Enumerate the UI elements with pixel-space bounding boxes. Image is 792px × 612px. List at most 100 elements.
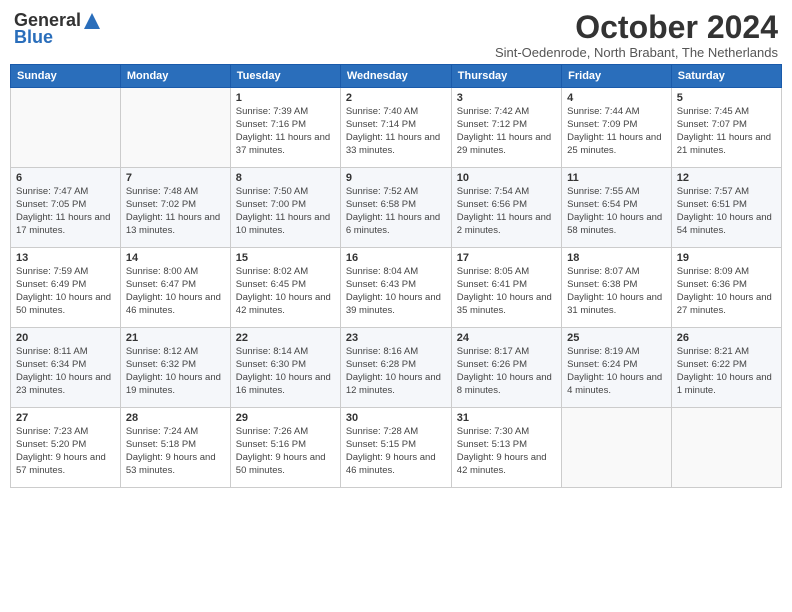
day-info: Sunrise: 7:55 AM Sunset: 6:54 PM Dayligh… xyxy=(567,186,666,237)
day-info: Sunrise: 8:19 AM Sunset: 6:24 PM Dayligh… xyxy=(567,346,666,397)
weekday-header-tuesday: Tuesday xyxy=(230,65,340,88)
day-info: Sunrise: 7:57 AM Sunset: 6:51 PM Dayligh… xyxy=(677,186,776,237)
day-number: 24 xyxy=(457,332,556,344)
calendar-cell: 7Sunrise: 7:48 AM Sunset: 7:02 PM Daylig… xyxy=(120,168,230,248)
page-header: General Blue October 2024 Sint-Oedenrode… xyxy=(10,10,782,60)
calendar-cell: 4Sunrise: 7:44 AM Sunset: 7:09 PM Daylig… xyxy=(562,88,672,168)
day-info: Sunrise: 7:42 AM Sunset: 7:12 PM Dayligh… xyxy=(457,106,556,157)
calendar-cell: 19 Sunrise: 8:09 AM Sunset: 6:36 PM Dayli… xyxy=(671,248,781,328)
day-number: 11 xyxy=(567,172,666,184)
day-info: Sunrise: 7:45 AM Sunset: 7:07 PM Dayligh… xyxy=(677,106,776,157)
calendar-cell: 24Sunrise: 8:17 AM Sunset: 6:26 PM Dayli… xyxy=(451,328,561,408)
day-number: 25 xyxy=(567,332,666,344)
day-info: Sunrise: 7:47 AM Sunset: 7:05 PM Dayligh… xyxy=(16,186,115,237)
day-number: 30 xyxy=(346,412,446,424)
weekday-header-friday: Friday xyxy=(562,65,672,88)
calendar-cell: 22Sunrise: 8:14 AM Sunset: 6:30 PM Dayli… xyxy=(230,328,340,408)
day-info: Sunrise: 7:50 AM Sunset: 7:00 PM Dayligh… xyxy=(236,186,335,237)
calendar-cell: 2Sunrise: 7:40 AM Sunset: 7:14 PM Daylig… xyxy=(340,88,451,168)
day-info: Sunrise: 8:04 AM Sunset: 6:43 PM Dayligh… xyxy=(346,266,446,317)
calendar-cell: 30 Sunrise: 7:28 AM Sunset: 5:15 PM Dayli… xyxy=(340,408,451,488)
day-info: Sunrise: 7:44 AM Sunset: 7:09 PM Dayligh… xyxy=(567,106,666,157)
title-area: October 2024 Sint-Oedenrode, North Braba… xyxy=(495,10,778,60)
calendar-week-4: 20 Sunrise: 8:11 AM Sunset: 6:34 PM Dayli… xyxy=(11,328,782,408)
calendar-cell: 26 Sunrise: 8:21 AM Sunset: 6:22 PM Dayli… xyxy=(671,328,781,408)
weekday-header-thursday: Thursday xyxy=(451,65,561,88)
day-info: Sunrise: 7:24 AM Sunset: 5:18 PM Dayligh… xyxy=(126,426,225,477)
calendar-cell: 5 Sunrise: 7:45 AM Sunset: 7:07 PM Daylig… xyxy=(671,88,781,168)
day-number: 31 xyxy=(457,412,556,424)
day-info: Sunrise: 7:39 AM Sunset: 7:16 PM Dayligh… xyxy=(236,106,335,157)
calendar-cell: 8 Sunrise: 7:50 AM Sunset: 7:00 PM Daylig… xyxy=(230,168,340,248)
calendar-cell xyxy=(562,408,672,488)
month-title: October 2024 xyxy=(495,10,778,45)
calendar-cell: 27Sunrise: 7:23 AM Sunset: 5:20 PM Dayli… xyxy=(11,408,121,488)
day-info: Sunrise: 7:30 AM Sunset: 5:13 PM Dayligh… xyxy=(457,426,556,477)
day-info: Sunrise: 8:02 AM Sunset: 6:45 PM Dayligh… xyxy=(236,266,335,317)
day-info: Sunrise: 8:14 AM Sunset: 6:30 PM Dayligh… xyxy=(236,346,335,397)
calendar-cell: 31 Sunrise: 7:30 AM Sunset: 5:13 PM Dayli… xyxy=(451,408,561,488)
calendar-cell: 15Sunrise: 8:02 AM Sunset: 6:45 PM Dayli… xyxy=(230,248,340,328)
calendar-week-2: 6 Sunrise: 7:47 AM Sunset: 7:05 PM Daylig… xyxy=(11,168,782,248)
day-info: Sunrise: 7:28 AM Sunset: 5:15 PM Dayligh… xyxy=(346,426,446,477)
calendar-week-5: 27Sunrise: 7:23 AM Sunset: 5:20 PM Dayli… xyxy=(11,408,782,488)
calendar-cell: 28Sunrise: 7:24 AM Sunset: 5:18 PM Dayli… xyxy=(120,408,230,488)
day-number: 10 xyxy=(457,172,556,184)
calendar-cell: 9 Sunrise: 7:52 AM Sunset: 6:58 PM Daylig… xyxy=(340,168,451,248)
day-number: 21 xyxy=(126,332,225,344)
calendar-table: SundayMondayTuesdayWednesdayThursdayFrid… xyxy=(10,64,782,488)
day-info: Sunrise: 8:21 AM Sunset: 6:22 PM Dayligh… xyxy=(677,346,776,397)
day-number: 14 xyxy=(126,252,225,264)
day-info: Sunrise: 8:09 AM Sunset: 6:36 PM Dayligh… xyxy=(677,266,776,317)
calendar-week-1: 1 Sunrise: 7:39 AM Sunset: 7:16 PM Daylig… xyxy=(11,88,782,168)
day-number: 29 xyxy=(236,412,335,424)
day-number: 16 xyxy=(346,252,446,264)
weekday-header-wednesday: Wednesday xyxy=(340,65,451,88)
calendar-cell: 14 Sunrise: 8:00 AM Sunset: 6:47 PM Dayli… xyxy=(120,248,230,328)
day-number: 6 xyxy=(16,172,115,184)
calendar-cell: 17Sunrise: 8:05 AM Sunset: 6:41 PM Dayli… xyxy=(451,248,561,328)
calendar-cell: 21 Sunrise: 8:12 AM Sunset: 6:32 PM Dayli… xyxy=(120,328,230,408)
calendar-cell: 12 Sunrise: 7:57 AM Sunset: 6:51 PM Dayli… xyxy=(671,168,781,248)
calendar-cell xyxy=(11,88,121,168)
calendar-cell: 13 Sunrise: 7:59 AM Sunset: 6:49 PM Dayli… xyxy=(11,248,121,328)
day-number: 20 xyxy=(16,332,115,344)
weekday-header-monday: Monday xyxy=(120,65,230,88)
day-number: 3 xyxy=(457,92,556,104)
day-info: Sunrise: 8:07 AM Sunset: 6:38 PM Dayligh… xyxy=(567,266,666,317)
calendar-cell: 25 Sunrise: 8:19 AM Sunset: 6:24 PM Dayli… xyxy=(562,328,672,408)
day-number: 18 xyxy=(567,252,666,264)
logo: General Blue xyxy=(14,10,102,48)
day-info: Sunrise: 7:52 AM Sunset: 6:58 PM Dayligh… xyxy=(346,186,446,237)
calendar-cell: 3 Sunrise: 7:42 AM Sunset: 7:12 PM Daylig… xyxy=(451,88,561,168)
day-info: Sunrise: 7:23 AM Sunset: 5:20 PM Dayligh… xyxy=(16,426,115,477)
day-number: 5 xyxy=(677,92,776,104)
day-info: Sunrise: 8:00 AM Sunset: 6:47 PM Dayligh… xyxy=(126,266,225,317)
calendar-week-3: 13 Sunrise: 7:59 AM Sunset: 6:49 PM Dayli… xyxy=(11,248,782,328)
logo-icon xyxy=(82,11,102,31)
calendar-cell: 10Sunrise: 7:54 AM Sunset: 6:56 PM Dayli… xyxy=(451,168,561,248)
day-number: 26 xyxy=(677,332,776,344)
weekday-header-saturday: Saturday xyxy=(671,65,781,88)
weekday-header-row: SundayMondayTuesdayWednesdayThursdayFrid… xyxy=(11,65,782,88)
day-number: 19 xyxy=(677,252,776,264)
location-subtitle: Sint-Oedenrode, North Brabant, The Nethe… xyxy=(495,45,778,60)
day-info: Sunrise: 7:26 AM Sunset: 5:16 PM Dayligh… xyxy=(236,426,335,477)
day-info: Sunrise: 7:59 AM Sunset: 6:49 PM Dayligh… xyxy=(16,266,115,317)
day-number: 13 xyxy=(16,252,115,264)
day-info: Sunrise: 8:05 AM Sunset: 6:41 PM Dayligh… xyxy=(457,266,556,317)
day-number: 1 xyxy=(236,92,335,104)
calendar-cell xyxy=(671,408,781,488)
calendar-cell: 6 Sunrise: 7:47 AM Sunset: 7:05 PM Daylig… xyxy=(11,168,121,248)
calendar-cell: 23Sunrise: 8:16 AM Sunset: 6:28 PM Dayli… xyxy=(340,328,451,408)
day-number: 12 xyxy=(677,172,776,184)
calendar-cell: 16 Sunrise: 8:04 AM Sunset: 6:43 PM Dayli… xyxy=(340,248,451,328)
day-number: 9 xyxy=(346,172,446,184)
day-info: Sunrise: 8:12 AM Sunset: 6:32 PM Dayligh… xyxy=(126,346,225,397)
calendar-cell: 29 Sunrise: 7:26 AM Sunset: 5:16 PM Dayli… xyxy=(230,408,340,488)
day-number: 8 xyxy=(236,172,335,184)
calendar-cell xyxy=(120,88,230,168)
day-info: Sunrise: 8:11 AM Sunset: 6:34 PM Dayligh… xyxy=(16,346,115,397)
day-info: Sunrise: 7:48 AM Sunset: 7:02 PM Dayligh… xyxy=(126,186,225,237)
day-info: Sunrise: 7:40 AM Sunset: 7:14 PM Dayligh… xyxy=(346,106,446,157)
